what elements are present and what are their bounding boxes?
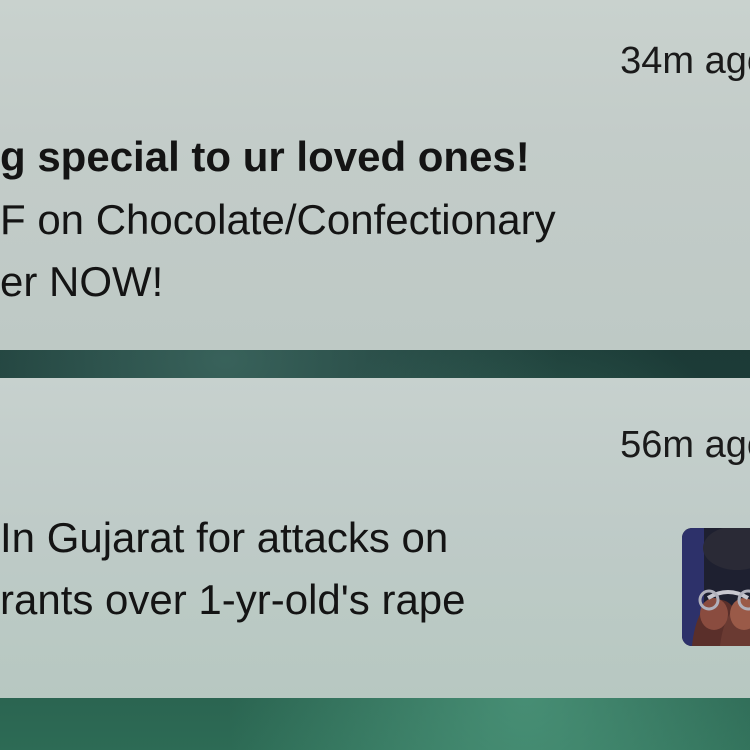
notification-body-line: F on Chocolate/Confectionary (0, 196, 556, 243)
handcuffed-hands-image (682, 528, 750, 646)
notification-timestamp: 34m ago (620, 40, 750, 82)
notification-body-line: rants over 1-yr-old's rape (0, 576, 466, 623)
notification-body-line: In Gujarat for attacks on (0, 514, 449, 561)
notification-body-line: er NOW! (0, 258, 164, 305)
notification-card-1[interactable]: 34m ago g special to ur loved ones! F on… (0, 0, 750, 350)
notification-title: g special to ur loved ones! (0, 133, 530, 180)
notification-thumbnail-image (682, 528, 750, 646)
notification-card-2[interactable]: 56m ago In Gujarat for attacks on rants … (0, 378, 750, 698)
notification-timestamp: 56m ago (620, 424, 750, 466)
